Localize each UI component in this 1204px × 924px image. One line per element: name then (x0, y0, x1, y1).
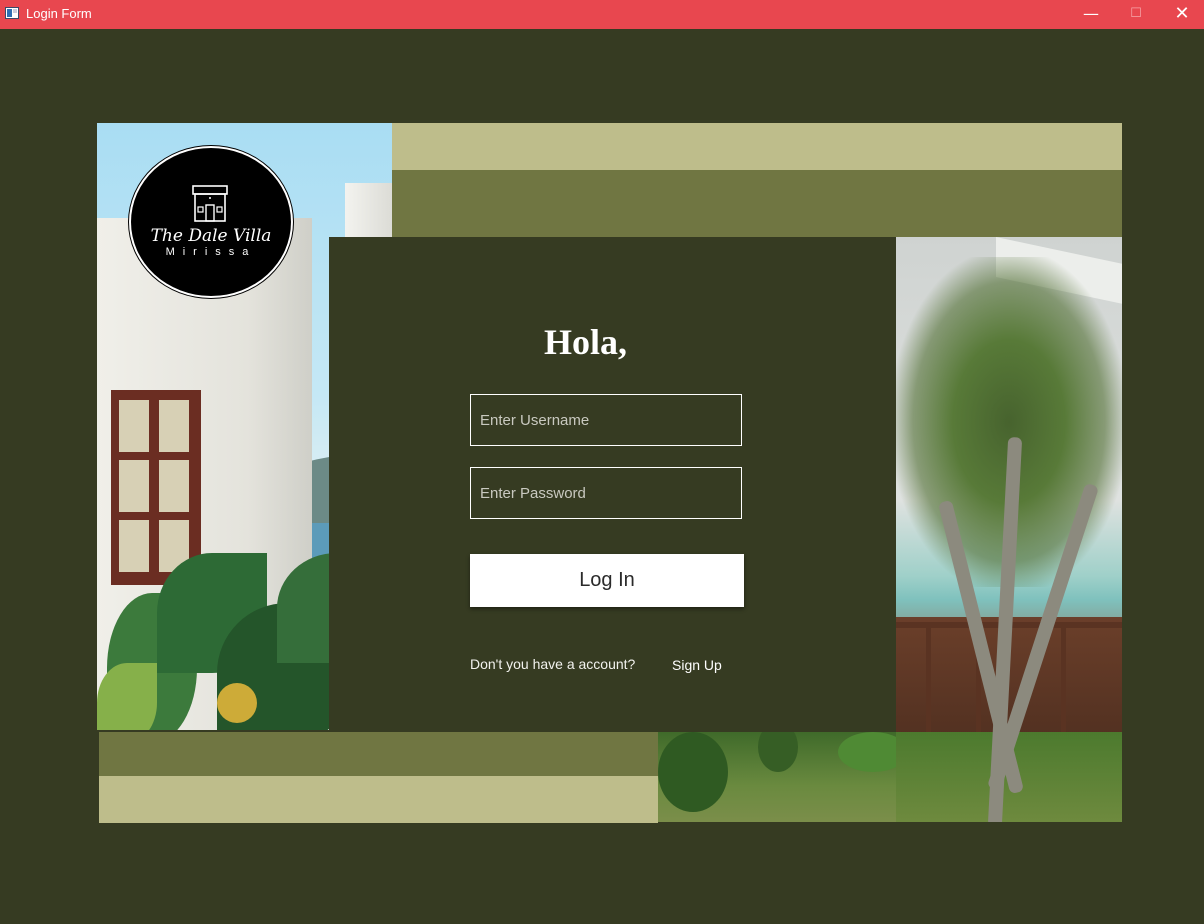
top-light-band (392, 123, 1122, 170)
bottom-dark-band (99, 732, 658, 776)
house-icon (192, 185, 228, 222)
garden-photo-bottom (658, 732, 896, 822)
login-panel: Hola, Log In Don't you have a account? S… (329, 237, 896, 732)
villa-window (111, 390, 201, 585)
login-button[interactable]: Log In (470, 554, 744, 607)
app-icon (5, 7, 19, 19)
close-button[interactable]: ✕ (1159, 0, 1204, 29)
bottom-light-band (99, 776, 658, 823)
top-dark-band (392, 170, 1122, 237)
greeting-heading: Hola, (544, 322, 628, 362)
brand-name: The Dale Villa (150, 226, 272, 246)
brand-logo: The Dale Villa Mirissa (131, 148, 291, 296)
password-input[interactable] (470, 467, 742, 519)
username-input[interactable] (470, 394, 742, 446)
window-title: Login Form (26, 6, 92, 21)
garden-photo (896, 237, 1122, 822)
minimize-button[interactable]: — (1068, 0, 1114, 29)
signup-link[interactable]: Sign Up (672, 657, 722, 673)
brand-location: Mirissa (165, 246, 257, 258)
no-account-text: Don't you have a account? (470, 656, 636, 672)
maximize-button[interactable]: ☐ (1113, 0, 1159, 29)
title-bar: Login Form — ☐ ✕ (0, 0, 1204, 29)
